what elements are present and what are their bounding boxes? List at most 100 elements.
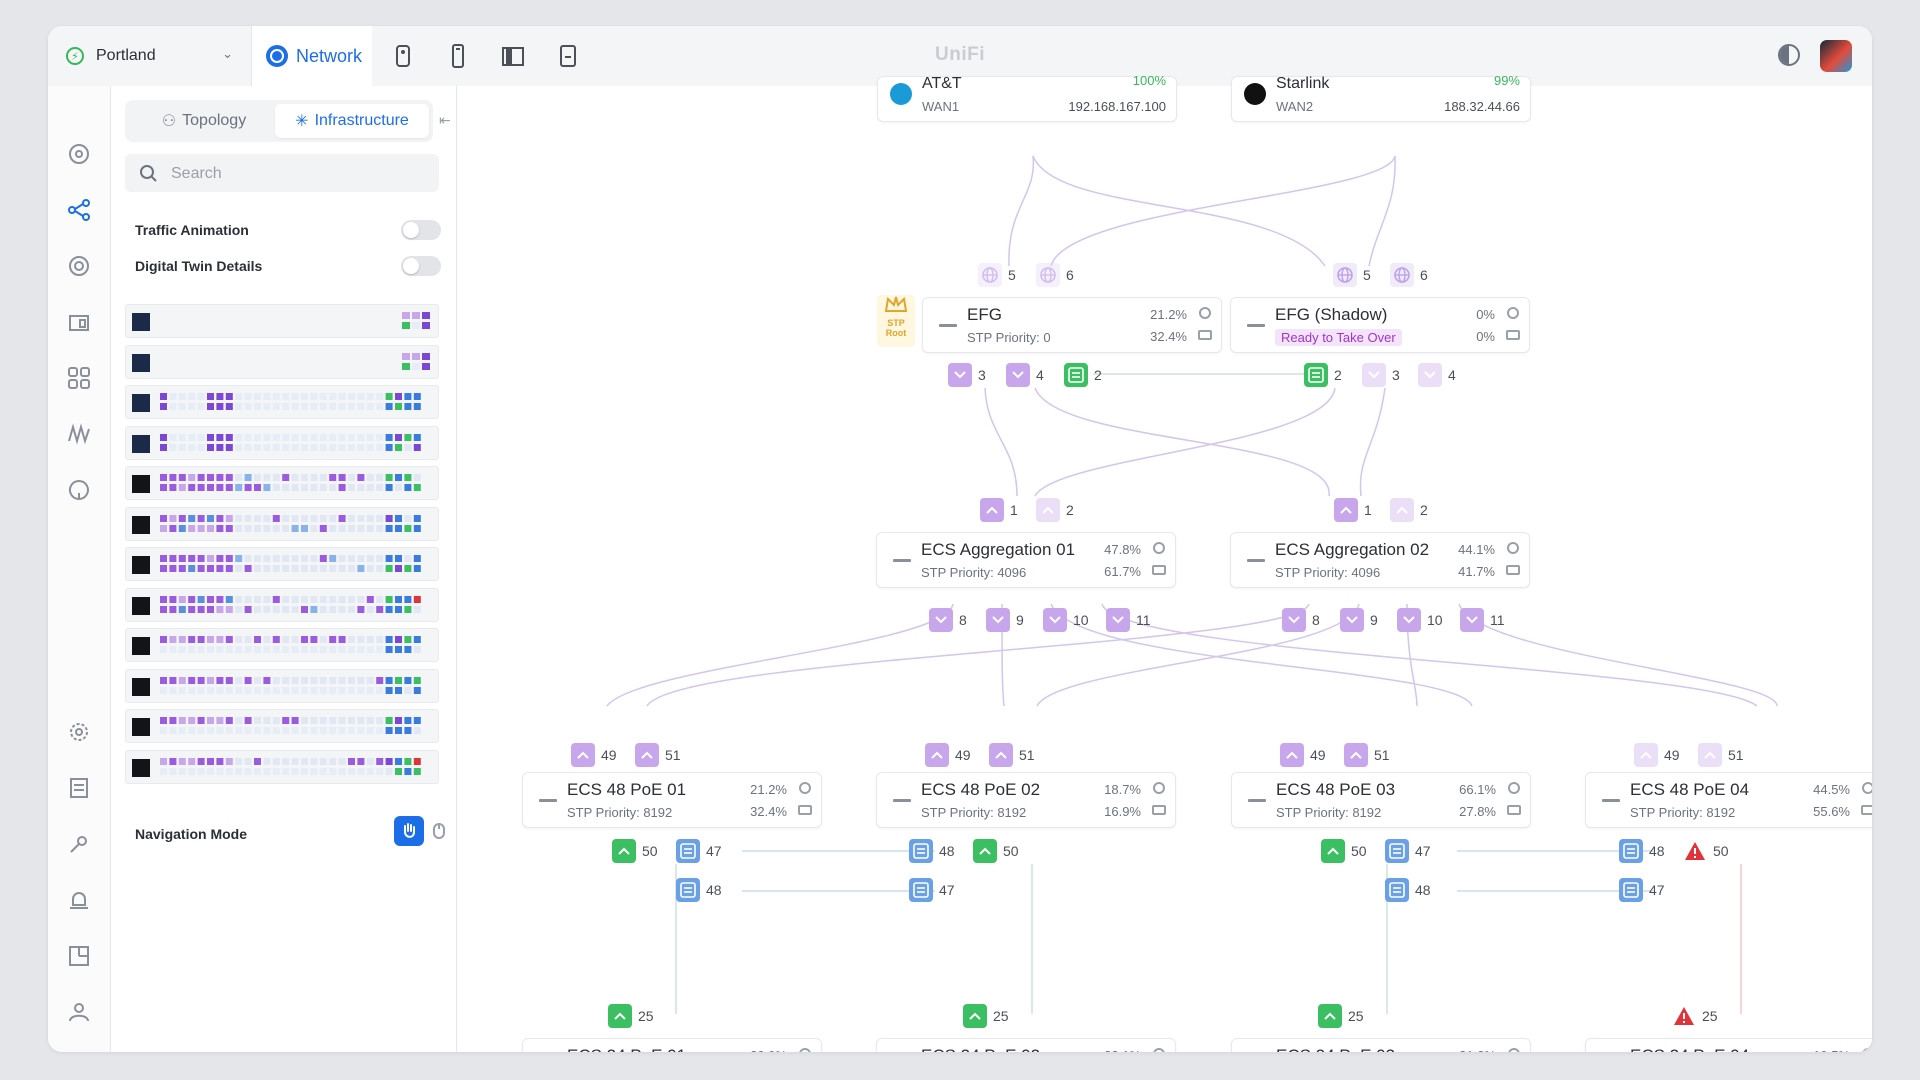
port-badge[interactable]: 11 [1460,607,1505,633]
port-badge[interactable]: 47 [909,877,955,903]
port-badge[interactable]: 10 [1043,607,1089,633]
isp-logo-icon [890,83,912,105]
port-badge[interactable]: 25 [608,1003,654,1029]
device-card[interactable]: ECS 48 PoE 01 STP Priority: 8192 21.2% 32.4… [522,772,822,828]
port-badge[interactable]: 49 [1280,742,1326,768]
device-list-item[interactable] [125,425,439,460]
port-badge[interactable]: 25 [1318,1003,1364,1029]
port-badge[interactable]: 47 [1385,838,1431,864]
device-list-item[interactable] [125,628,439,662]
tab-infrastructure[interactable]: ✳ Infrastructure [275,104,429,138]
port-badge[interactable]: 9 [986,607,1024,633]
wan-port[interactable]: 5 [978,262,1016,288]
device-card[interactable]: ECS 24 PoE 03 21.2% [1231,1038,1531,1052]
device-card[interactable]: EFG (Shadow) Ready to Take Over 0% 0% [1230,297,1530,353]
device-list-item[interactable] [125,709,439,743]
device-list-item[interactable] [125,749,439,784]
port-badge[interactable]: 9 [1340,607,1378,633]
search-input[interactable]: Search [125,154,439,192]
port-badge[interactable]: 3 [1362,362,1400,388]
topology-canvas[interactable]: AT&T WAN1 192.168.167.100 100% Starlink WAN2 1… [457,73,1872,1052]
port-badge[interactable]: 50 [1683,838,1729,864]
port-badge[interactable]: 2 [1036,497,1074,523]
device-list-item[interactable] [125,587,439,622]
port-badge[interactable]: 25 [963,1003,1009,1029]
port-badge[interactable]: 50 [1321,838,1367,864]
devices-icon[interactable] [67,310,91,334]
port-badge[interactable]: 8 [929,607,967,633]
port-badge[interactable]: 48 [676,877,722,903]
port-badge[interactable]: 51 [635,742,681,768]
device-list-item[interactable] [125,344,439,379]
topology-icon[interactable] [67,198,91,222]
port-badge[interactable]: 2 [1390,497,1428,523]
traffic-animation-toggle[interactable] [401,220,441,240]
admins-icon[interactable] [67,1000,91,1024]
port-badge[interactable]: 8 [1282,607,1320,633]
port-badge[interactable]: 48 [1385,877,1431,903]
integrations-icon[interactable] [67,832,91,856]
port-badge[interactable]: 47 [1619,877,1665,903]
settings-icon[interactable] [67,720,91,744]
port-number: 50 [642,843,658,859]
port-badge[interactable]: 10 [1397,607,1443,633]
globe-icon [1333,263,1357,287]
logs-icon[interactable] [67,776,91,800]
user-avatar[interactable] [1820,40,1852,72]
device-list-item[interactable] [125,385,439,419]
device-list-item[interactable] [125,506,439,541]
port-badge[interactable]: 49 [925,742,971,768]
device-card[interactable]: ECS 48 PoE 03 STP Priority: 8192 66.1% 27.8… [1231,772,1531,828]
port-badge[interactable]: 25 [1672,1003,1718,1029]
port-badge[interactable]: 2 [1304,362,1342,388]
port-badge[interactable]: 51 [989,742,1035,768]
hand-pan-button[interactable] [394,816,424,846]
port-badge[interactable]: 50 [973,838,1019,864]
collapse-panel-icon[interactable]: ⇤ [439,112,455,132]
device-card[interactable]: ECS 48 PoE 04 STP Priority: 8192 44.5% 55.6… [1585,772,1872,828]
clients-icon[interactable] [67,254,91,278]
port-badge[interactable]: 49 [1634,742,1680,768]
port-badge[interactable]: 1 [1334,497,1372,523]
port-badge[interactable]: 4 [1418,362,1456,388]
wan-port[interactable]: 6 [1036,262,1074,288]
dashboard-icon[interactable] [67,142,91,166]
device-card[interactable]: EFG STP Priority: 0 21.2% 32.4% [922,297,1222,353]
device-card[interactable]: ECS 48 PoE 02 STP Priority: 8192 18.7% 16.9… [876,772,1176,828]
device-card[interactable]: ECS Aggregation 01 STP Priority: 4096 47.8… [876,532,1176,588]
port-badge[interactable]: 4 [1006,362,1044,388]
apps-icon[interactable] [67,366,91,390]
port-badge[interactable]: 3 [948,362,986,388]
device-card[interactable]: ECS Aggregation 02 STP Priority: 4096 44.1… [1230,532,1530,588]
port-badge[interactable]: 51 [1344,742,1390,768]
notifications-icon[interactable] [67,888,91,912]
device-card[interactable]: ECS 24 PoE 01 20.9% [522,1038,822,1052]
port-badge[interactable]: 2 [1064,362,1102,388]
pointer-mode-icon[interactable] [431,822,447,840]
port-badge[interactable]: 48 [1619,838,1665,864]
floorplan-icon[interactable] [67,944,91,968]
port-badge[interactable]: 50 [612,838,658,864]
port-badge[interactable]: 1 [980,497,1018,523]
device-list-item[interactable] [125,547,439,581]
device-card[interactable]: ECS 24 PoE 04 19.5% [1585,1038,1872,1052]
tab-topology[interactable]: ⚇ Topology [135,104,273,138]
wan-port[interactable]: 6 [1390,262,1428,288]
device-card[interactable]: AT&T WAN1 192.168.167.100 100% [877,73,1177,122]
device-card[interactable]: Starlink WAN2 188.32.44.66 99% [1231,73,1531,122]
port-badge[interactable]: 49 [571,742,617,768]
alerts-icon[interactable] [67,478,91,502]
insights-icon[interactable] [67,422,91,446]
theme-toggle-icon[interactable] [1778,44,1800,66]
device-subtitle: WAN1 [922,99,960,114]
device-list-item[interactable] [125,304,439,338]
port-badge[interactable]: 48 [909,838,955,864]
device-list-item[interactable] [125,668,439,703]
device-card[interactable]: ECS 24 PoE 02 22.1% [876,1038,1176,1052]
port-badge[interactable]: 11 [1106,607,1151,633]
device-list-item[interactable] [125,466,439,500]
port-badge[interactable]: 51 [1698,742,1744,768]
port-badge[interactable]: 47 [676,838,722,864]
digital-twin-toggle[interactable] [401,256,441,276]
wan-port[interactable]: 5 [1333,262,1371,288]
